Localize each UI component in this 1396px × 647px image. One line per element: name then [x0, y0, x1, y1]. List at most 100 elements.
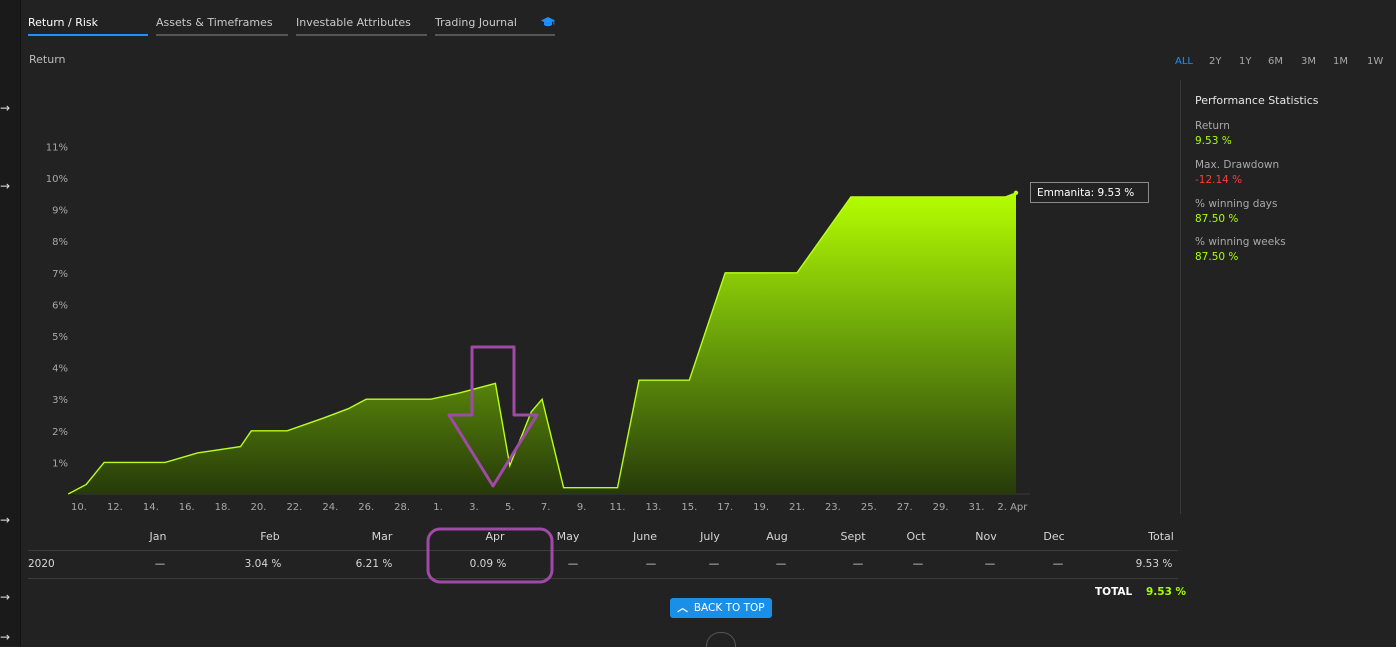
cell-feb: 3.04 % [244, 558, 282, 570]
tab-assets-timeframes[interactable]: Assets & Timeframes [156, 14, 288, 36]
cell-mar: 6.21 % [355, 558, 393, 570]
back-to-top-label: BACK TO TOP [693, 602, 765, 614]
x-tick-label: 13. [645, 502, 661, 513]
tab-underline [156, 34, 288, 36]
x-tick-label: 11. [610, 502, 626, 513]
x-tick-label: 9. [577, 502, 587, 513]
y-tick-label: 4% [52, 364, 68, 375]
cell-aug: — [775, 558, 787, 570]
tab-label: Investable Attributes [296, 16, 411, 29]
x-tick-label: 17. [717, 502, 733, 513]
series-last-point[interactable] [1013, 190, 1019, 196]
cell-may: — [567, 558, 579, 570]
back-to-top-button[interactable]: ︿ BACK TO TOP [670, 598, 772, 618]
stat-value-return: 9.53 % [1195, 135, 1232, 147]
y-tick-label: 11% [46, 142, 68, 153]
x-tick-label: 22. [286, 502, 302, 513]
cell-june: — [645, 558, 657, 570]
graduation-cap-icon [541, 17, 555, 27]
x-tick-label: 2. Apr [997, 502, 1028, 513]
range-1w-button[interactable]: 1W [1367, 56, 1383, 67]
x-tick-label: 28. [394, 502, 410, 513]
y-tick-label: 6% [52, 300, 68, 311]
x-tick-label: 29. [933, 502, 949, 513]
table-header-jan: Jan [149, 530, 167, 543]
x-tick-label: 10. [71, 502, 87, 513]
cell-sept: — [852, 558, 864, 570]
x-tick-label: 1. [433, 502, 443, 513]
x-tick-label: 5. [505, 502, 515, 513]
cell-oct: — [912, 558, 924, 570]
series-area [68, 192, 1016, 494]
tab-trading-journal[interactable]: Trading Journal [435, 14, 555, 36]
left-nav-divider [20, 0, 21, 646]
range-all-button[interactable]: ALL [1175, 56, 1193, 67]
cell-total: 9.53 % [1135, 558, 1173, 570]
x-tick-label: 12. [107, 502, 123, 513]
expand-arrow-icon[interactable]: → [0, 591, 12, 603]
range-1y-button[interactable]: 1Y [1239, 56, 1251, 67]
grand-total-label: TOTAL [1095, 586, 1133, 598]
expand-arrow-icon[interactable]: → [0, 514, 12, 526]
range-2y-button[interactable]: 2Y [1209, 56, 1221, 67]
stat-value-max-drawdown: -12.14 % [1195, 174, 1243, 186]
x-tick-label: 23. [825, 502, 841, 513]
annotation-highlight-box [426, 527, 554, 584]
tab-label: Trading Journal [435, 16, 517, 29]
tab-underline [435, 34, 555, 36]
expand-arrow-icon[interactable]: → [0, 102, 12, 114]
x-tick-label: 15. [681, 502, 697, 513]
tab-underline [28, 34, 148, 36]
stat-label-max-drawdown: Max. Drawdown [1195, 159, 1280, 171]
y-tick-label: 5% [52, 332, 68, 343]
range-1m-button[interactable]: 1M [1333, 56, 1348, 67]
expand-arrow-icon[interactable]: → [0, 631, 12, 643]
table-header-june: June [633, 530, 657, 543]
table-header-sept: Sept [840, 530, 866, 543]
stat-label-return: Return [1195, 120, 1230, 132]
expand-arrow-icon[interactable]: → [0, 180, 12, 192]
y-tick-label: 7% [52, 269, 68, 280]
table-header-july: July [700, 530, 720, 543]
table-header-nov: Nov [975, 530, 997, 543]
y-tick-label: 3% [52, 395, 68, 406]
range-3m-button[interactable]: 3M [1301, 56, 1316, 67]
tab-label: Return / Risk [28, 16, 99, 29]
x-tick-label: 25. [861, 502, 877, 513]
x-tick-label: 24. [322, 502, 338, 513]
stat-label-winning-days: % winning days [1195, 198, 1278, 210]
x-tick-label: 31. [969, 502, 985, 513]
x-tick-label: 20. [251, 502, 267, 513]
x-tick-label: 18. [215, 502, 231, 513]
chevron-up-icon: ︿ [677, 602, 688, 614]
stat-label-winning-weeks: % winning weeks [1195, 236, 1286, 248]
x-tick-label: 26. [358, 502, 374, 513]
table-divider [28, 550, 1178, 551]
x-tick-label: 21. [789, 502, 805, 513]
table-header-dec: Dec [1043, 530, 1065, 543]
x-tick-label: 19. [753, 502, 769, 513]
return-area-chart[interactable]: 1% 2% 3% 4% 5% 6% 7% 8% 9% 10% 11% 10. 12. 14. 16. 18.… [28, 120, 1038, 520]
tab-underline [296, 34, 427, 36]
performance-statistics-panel: Performance Statistics Return 9.53 % Max… [1180, 80, 1381, 514]
table-header-mar: Mar [371, 530, 393, 543]
range-6m-button[interactable]: 6M [1268, 56, 1283, 67]
x-tick-label: 14. [143, 502, 159, 513]
grand-total-value: 9.53 % [1146, 586, 1187, 598]
bottom-expand-tab[interactable] [706, 632, 736, 647]
y-tick-label: 9% [52, 206, 68, 217]
table-header-oct: Oct [906, 530, 926, 543]
x-tick-label: 27. [897, 502, 913, 513]
cell-jan: — [154, 558, 166, 570]
y-tick-label: 10% [46, 174, 68, 185]
tab-investable-attributes[interactable]: Investable Attributes [296, 14, 427, 36]
tab-label: Assets & Timeframes [156, 16, 273, 29]
cell-dec: — [1052, 558, 1064, 570]
stat-value-winning-days: 87.50 % [1195, 213, 1239, 225]
left-nav-strip [0, 0, 20, 646]
tab-return-risk[interactable]: Return / Risk [28, 14, 148, 36]
chart-tooltip: Emmanita: 9.53 % [1030, 182, 1149, 203]
y-tick-label: 2% [52, 427, 68, 438]
y-tick-label: 8% [52, 237, 68, 248]
stat-value-winning-weeks: 87.50 % [1195, 251, 1239, 263]
